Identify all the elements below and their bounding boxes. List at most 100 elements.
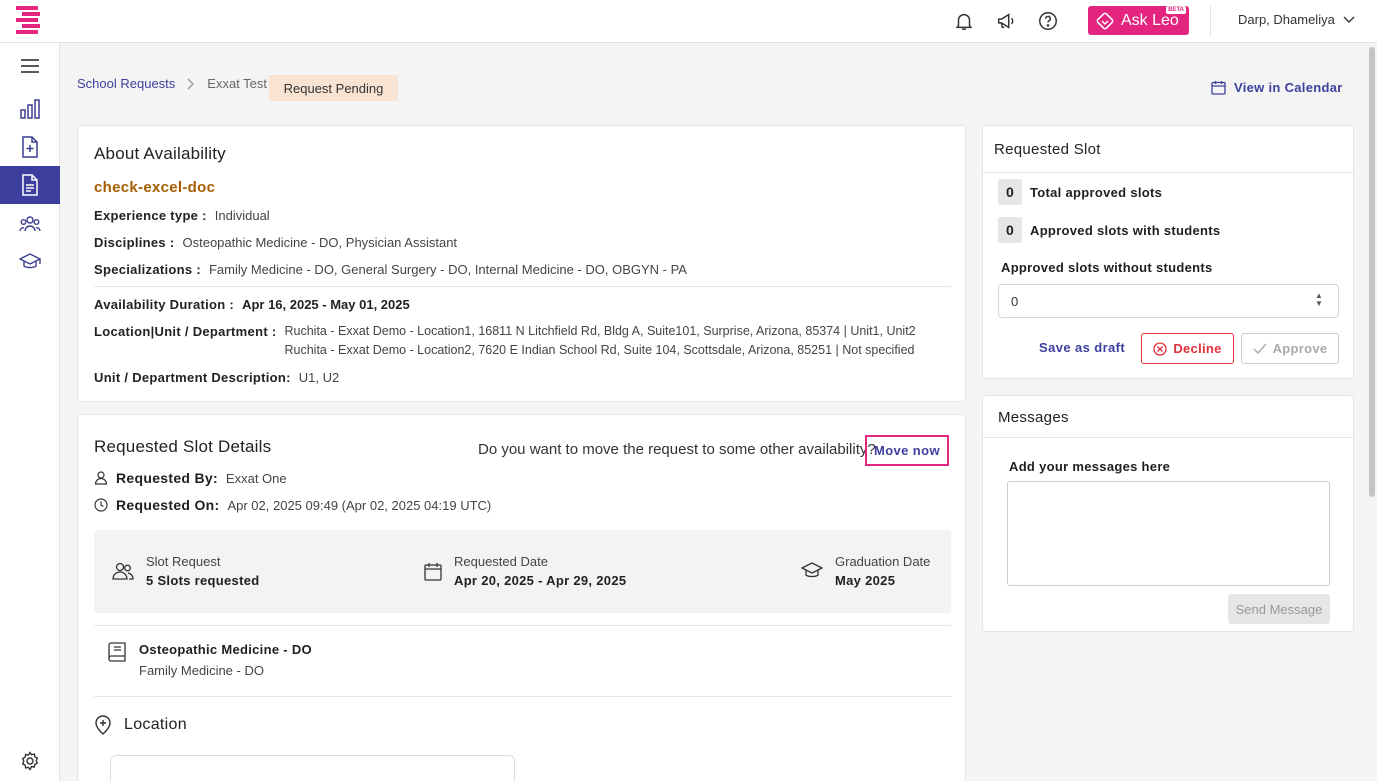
sidebar <box>0 43 60 781</box>
duration-row: Availability Duration : Apr 16, 2025 - M… <box>94 297 410 312</box>
sidebar-item-requests[interactable] <box>0 166 60 204</box>
requested-date-label: Requested Date <box>454 554 548 569</box>
slot-request-summary: Slot Request 5 Slots requested <box>112 554 259 588</box>
divider <box>94 286 951 287</box>
message-textarea[interactable] <box>1007 481 1330 586</box>
megaphone-icon[interactable] <box>995 10 1017 32</box>
availability-name: check-excel-doc <box>94 179 216 196</box>
leo-icon <box>1096 12 1114 29</box>
bell-icon[interactable] <box>953 10 975 32</box>
graduation-date-summary: Graduation Date May 2025 <box>801 554 930 588</box>
calendar-icon <box>1211 81 1226 95</box>
about-availability-title: About Availability <box>94 144 226 163</box>
location-title: Location <box>124 716 187 733</box>
sidebar-item-settings[interactable] <box>0 742 60 780</box>
save-as-draft-button[interactable]: Save as draft <box>1039 340 1125 355</box>
requested-by-label: Requested By: <box>116 470 218 486</box>
specializations-row: Specializations : Family Medicine - DO, … <box>94 262 687 277</box>
about-availability-card: About Availability check-excel-doc Exper… <box>77 125 966 402</box>
total-approved-label: Total approved slots <box>1030 184 1163 200</box>
add-document-icon <box>22 136 38 158</box>
unit-description-row: Unit / Department Description: U1, U2 <box>94 370 339 385</box>
number-stepper[interactable]: ▲ ▼ <box>1315 292 1323 308</box>
approved-with-students-label: Approved slots with students <box>1030 222 1221 238</box>
requested-by-value: Exxat One <box>225 470 287 486</box>
divider <box>983 437 1353 438</box>
map-pin-icon <box>95 715 111 735</box>
ask-leo-button[interactable]: Ask Leo BETA <box>1088 6 1189 35</box>
total-approved-row: 0 Total approved slots <box>998 179 1162 205</box>
view-in-calendar-link[interactable]: View in Calendar <box>1211 80 1343 95</box>
disciplines-label: Disciplines : <box>94 235 175 250</box>
sidebar-item-add-document[interactable] <box>0 128 60 166</box>
user-menu[interactable]: Darp, Dhameliya <box>1238 12 1355 27</box>
graduation-cap-icon <box>19 253 41 269</box>
settings-icon <box>21 751 39 771</box>
clock-icon <box>94 498 108 512</box>
requested-slot-details-card: Requested Slot Details Do you want to mo… <box>77 414 966 781</box>
status-badge: Request Pending <box>269 75 398 101</box>
location-row: Location|Unit / Department : Ruchita - E… <box>94 324 916 357</box>
scrollbar-thumb[interactable] <box>1369 47 1375 497</box>
sidebar-item-students[interactable] <box>0 205 60 243</box>
decline-button[interactable]: Decline <box>1141 333 1234 364</box>
menu-toggle[interactable] <box>0 47 60 85</box>
disciplines-value: Osteopathic Medicine - DO, Physician Ass… <box>182 235 458 250</box>
divider <box>94 696 951 697</box>
close-circle-icon <box>1153 341 1167 356</box>
duration-value: Apr 16, 2025 - May 01, 2025 <box>242 297 410 312</box>
message-label: Add your messages here <box>1009 459 1171 474</box>
decline-label: Decline <box>1173 341 1222 356</box>
check-icon <box>1253 343 1267 354</box>
help-icon[interactable] <box>1037 10 1059 32</box>
graduation-date-value: May 2025 <box>835 573 896 588</box>
requested-slot-card: Requested Slot 0 Total approved slots 0 … <box>982 125 1354 379</box>
stepper-down-icon[interactable]: ▼ <box>1315 300 1323 308</box>
analytics-icon <box>20 99 40 119</box>
requested-on-label: Requested On: <box>116 497 220 513</box>
slot-request-label: Slot Request <box>146 554 221 569</box>
move-now-button[interactable]: Move now <box>865 435 949 466</box>
ask-leo-label: Ask Leo <box>1121 11 1179 29</box>
header-divider <box>1210 6 1211 36</box>
requested-date-summary: Requested Date Apr 20, 2025 - Apr 29, 20… <box>424 554 626 588</box>
breadcrumb: School Requests Exxat Test <box>77 76 267 91</box>
user-name: Darp, Dhameliya <box>1238 12 1335 27</box>
duration-label: Availability Duration : <box>94 297 235 312</box>
unit-description-value: U1, U2 <box>298 370 340 385</box>
location-card <box>110 755 515 781</box>
location-list: Ruchita - Exxat Demo - Location1, 16811 … <box>284 324 915 357</box>
slot-details-title: Requested Slot Details <box>94 437 272 456</box>
approved-with-students-row: 0 Approved slots with students <box>998 217 1220 243</box>
calendar-icon <box>424 562 442 581</box>
send-message-button[interactable]: Send Message <box>1228 594 1330 624</box>
specializations-value: Family Medicine - DO, General Surgery - … <box>208 262 687 277</box>
move-question: Do you want to move the request to some … <box>478 441 876 458</box>
location-label: Location|Unit / Department : <box>94 324 277 339</box>
discipline-subtitle: Family Medicine - DO <box>139 663 264 678</box>
approve-button[interactable]: Approve <box>1241 333 1339 364</box>
top-header: Ask Leo BETA Darp, Dhameliya <box>0 0 1377 43</box>
approved-without-students-input[interactable] <box>998 284 1339 318</box>
sidebar-item-analytics[interactable] <box>0 90 60 128</box>
experience-type-value: Individual <box>214 208 270 223</box>
requested-on-row: Requested On: Apr 02, 2025 09:49 (Apr 02… <box>94 497 491 513</box>
sidebar-item-education[interactable] <box>0 243 60 281</box>
page-scrollbar[interactable] <box>1367 43 1377 781</box>
chevron-right-icon <box>187 78 195 89</box>
chevron-down-icon <box>1343 16 1355 23</box>
users-icon <box>112 562 134 580</box>
breadcrumb-current: Exxat Test <box>207 76 268 91</box>
slot-request-value: 5 Slots requested <box>146 573 260 588</box>
disciplines-row: Disciplines : Osteopathic Medicine - DO,… <box>94 235 457 250</box>
view-in-calendar-label: View in Calendar <box>1234 80 1343 95</box>
divider <box>94 625 951 626</box>
requested-slot-title: Requested Slot <box>994 141 1101 158</box>
requested-on-value: Apr 02, 2025 09:49 (Apr 02, 2025 04:19 U… <box>227 497 492 513</box>
discipline-title: Osteopathic Medicine - DO <box>139 642 312 657</box>
graduation-cap-icon <box>801 562 823 578</box>
exxat-logo-icon[interactable] <box>14 6 42 34</box>
breadcrumb-school-requests[interactable]: School Requests <box>77 76 175 91</box>
unit-description-label: Unit / Department Description: <box>94 370 291 385</box>
requested-by-row: Requested By: Exxat One <box>94 470 287 486</box>
